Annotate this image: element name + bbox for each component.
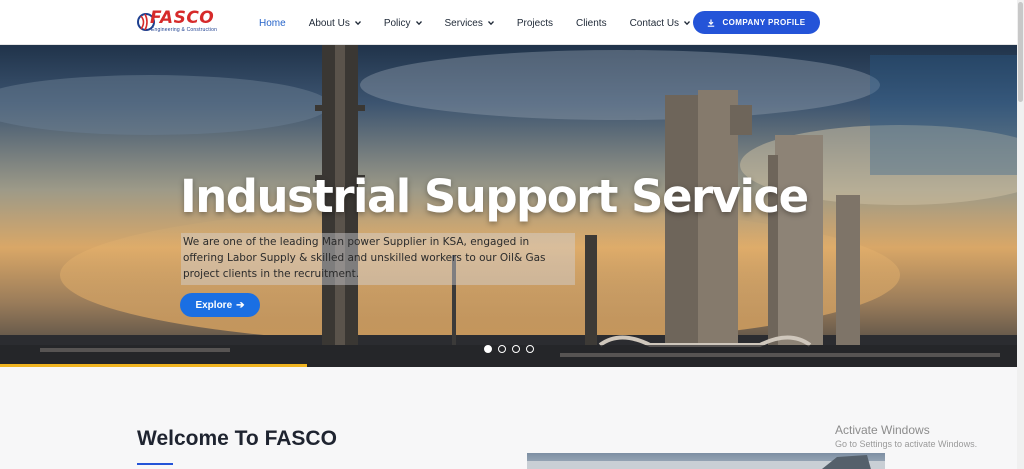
hero-title: Industrial Support Service (180, 170, 809, 223)
slider-pagination (484, 345, 540, 353)
logo-tagline: Engineering & Construction (151, 27, 218, 33)
chevron-down-icon (684, 21, 691, 26)
main-nav: Home About Us Policy Services Projects C… (259, 16, 713, 30)
slider-dot-1[interactable] (484, 345, 492, 353)
logo-wordmark: FASCO (150, 8, 215, 28)
nav-label: Contact Us (629, 17, 680, 29)
download-icon (708, 19, 715, 27)
chevron-down-icon (415, 21, 422, 26)
nav-label: Projects (516, 17, 553, 29)
nav-item-projects[interactable]: Projects (517, 18, 553, 29)
watermark-title: Activate Windows (835, 423, 930, 437)
nav-label: Policy (383, 17, 411, 29)
company-profile-button[interactable]: COMPANY PROFILE (693, 11, 820, 34)
site-header: FASCO Engineering & Construction Home Ab… (0, 0, 1024, 45)
watermark-subtitle: Go to Settings to activate Windows. (835, 439, 978, 449)
nav-item-contact-us[interactable]: Contact Us (629, 17, 691, 29)
page-scrollbar-thumb[interactable] (1018, 2, 1023, 102)
heading-underline (137, 463, 173, 465)
nav-label: About Us (308, 17, 350, 29)
nav-item-services[interactable]: Services (445, 18, 494, 29)
about-image (527, 453, 885, 469)
chevron-down-icon (354, 21, 361, 26)
windows-activation-watermark: Activate Windows Go to Settings to activ… (835, 423, 977, 449)
nav-label: Services (444, 17, 483, 29)
chevron-down-icon (487, 21, 494, 26)
hero-slider: Industrial Support Service We are one of… (0, 45, 1024, 367)
slider-dot-4[interactable] (526, 345, 534, 353)
arrow-right-icon: ➔ (236, 299, 245, 311)
fasco-logo[interactable]: FASCO Engineering & Construction (137, 8, 237, 35)
nav-label: Clients (576, 17, 607, 29)
slider-dot-2[interactable] (498, 345, 506, 353)
nav-item-clients[interactable]: Clients (576, 18, 607, 29)
slider-progress-bar (0, 364, 307, 367)
explore-button[interactable]: Explore ➔ (180, 293, 260, 317)
nav-item-about-us[interactable]: About Us (309, 18, 361, 29)
welcome-heading: Welcome To FASCO (137, 427, 337, 450)
page: FASCO Engineering & Construction Home Ab… (0, 0, 1024, 469)
explore-label: Explore (195, 299, 233, 311)
nav-item-home[interactable]: Home (259, 18, 286, 29)
slider-dot-3[interactable] (512, 345, 520, 353)
nav-item-policy[interactable]: Policy (384, 18, 422, 29)
hero-description: We are one of the leading Man power Supp… (181, 233, 575, 285)
nav-label: Home (259, 17, 286, 29)
company-profile-label: COMPANY PROFILE (722, 18, 806, 27)
building-image (527, 455, 885, 469)
